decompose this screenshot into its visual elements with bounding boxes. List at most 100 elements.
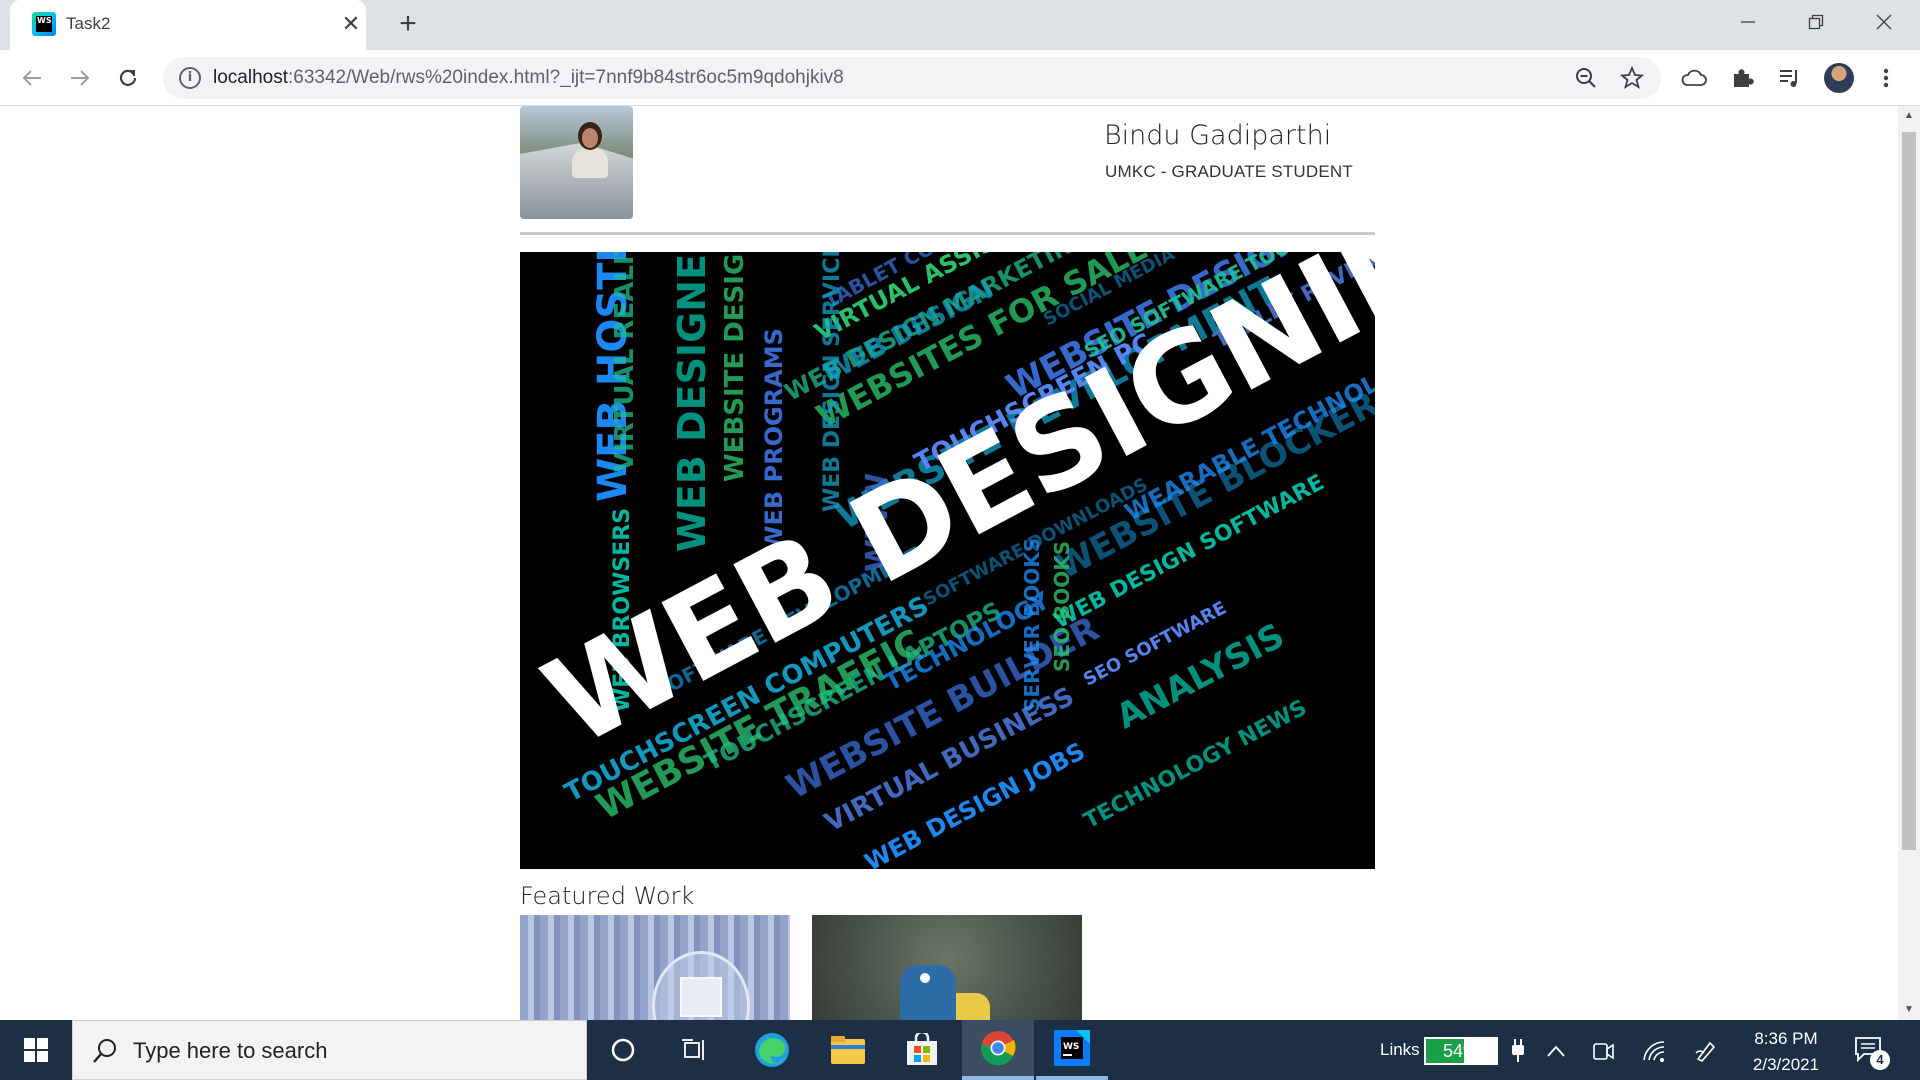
wifi-network-icon[interactable] <box>1641 1038 1667 1064</box>
photo-person-shape <box>572 148 608 178</box>
featured-work-thumbnail-python[interactable] <box>812 915 1082 1020</box>
bookmark-star-icon[interactable] <box>1619 65 1645 91</box>
taskbar-search-box[interactable]: Type here to search <box>72 1020 587 1080</box>
start-button[interactable] <box>0 1020 72 1080</box>
minimize-button[interactable] <box>1714 0 1782 44</box>
header-divider <box>520 232 1375 235</box>
camera-icon <box>1593 1043 1614 1060</box>
taskbar-edge[interactable] <box>736 1020 808 1080</box>
word-cloud-term: TECHNOLOGY NEWS <box>1080 695 1312 835</box>
restore-icon <box>1808 14 1824 30</box>
chevron-up-icon <box>1547 1045 1565 1057</box>
taskbar-chrome[interactable] <box>962 1020 1034 1080</box>
profile-name: Bindu Gadiparthi <box>1104 120 1332 151</box>
scroll-up-arrow-icon[interactable]: ▲ <box>1898 106 1920 126</box>
profile-photo <box>520 106 633 219</box>
svg-text:WS: WS <box>1063 1042 1079 1052</box>
profile-avatar[interactable] <box>1824 63 1854 93</box>
taskbar-file-explorer[interactable] <box>812 1020 884 1080</box>
puzzle-icon <box>1734 69 1754 87</box>
windows-logo-icon <box>24 1038 48 1062</box>
show-hidden-icons-chevron-icon[interactable] <box>1543 1038 1569 1064</box>
zoom-out-magnifier-icon <box>1576 68 1596 88</box>
wifi-icon <box>1643 1041 1665 1062</box>
cortana-button[interactable] <box>587 1020 659 1080</box>
folder-icon <box>831 1036 865 1064</box>
media-control-button[interactable] <box>1774 62 1806 94</box>
pen-icon <box>1695 1041 1716 1062</box>
new-tab-plus-icon[interactable]: + <box>392 8 424 40</box>
search-placeholder: Type here to search <box>133 1038 328 1063</box>
clock-date: 2/3/2021 <box>1752 1055 1820 1074</box>
tab-title: Task2 <box>66 14 111 33</box>
scroll-down-arrow-icon[interactable]: ▼ <box>1898 1000 1920 1020</box>
featured-work-heading: Featured Work <box>520 882 695 910</box>
chrome-logo-icon <box>981 1031 1016 1066</box>
url-host: localhost <box>213 67 288 88</box>
playlist-music-icon <box>1780 70 1797 87</box>
favicon-label: WS <box>36 16 52 32</box>
windows-taskbar: Type here to search WS Links 54% 8:36 PM <box>0 1020 1920 1080</box>
pen-workspace-icon[interactable] <box>1693 1038 1719 1064</box>
thumbnail-chip-shape <box>680 977 722 1017</box>
taskbar-microsoft-store[interactable] <box>886 1020 958 1080</box>
forward-arrow-icon <box>71 70 90 86</box>
webstorm-favicon-icon: WS <box>32 12 56 36</box>
page-viewport: Bindu Gadiparthi UMKC - GRADUATE STUDENT… <box>0 106 1898 1020</box>
word-cloud-term: WEBSITE DESIGNER <box>720 252 750 482</box>
more-vertical-icon <box>1883 68 1889 88</box>
featured-work-thumbnail-ai[interactable] <box>520 915 790 1020</box>
cloud-icon <box>1681 69 1707 86</box>
reload-icon <box>119 69 137 86</box>
plug-icon <box>1512 1039 1524 1062</box>
taskbar-clock[interactable]: 8:36 PM 2/3/2021 <box>1736 1026 1836 1078</box>
links-toolbar-label[interactable]: Links <box>1380 1040 1420 1060</box>
python-logo-eye <box>920 973 930 983</box>
clock-time: 8:36 PM <box>1754 1029 1818 1048</box>
word-cloud-term: WEB DESIGN SERVICES <box>820 252 845 512</box>
back-arrow-icon <box>22 70 41 86</box>
extension-cloud-icon[interactable] <box>1678 62 1710 94</box>
url-path: :63342/Web/rws%20index.html?_ijt=7nnf9b8… <box>288 67 844 88</box>
scrollbar-thumb[interactable] <box>1902 132 1916 850</box>
reload-button[interactable] <box>112 62 144 94</box>
minimize-icon <box>1741 21 1755 23</box>
meet-now-icon[interactable] <box>1590 1038 1616 1064</box>
chrome-menu-button[interactable] <box>1870 62 1902 94</box>
site-info-icon[interactable]: i <box>179 67 201 89</box>
notification-count-badge: 4 <box>1870 1050 1890 1070</box>
edge-browser-icon <box>755 1033 789 1067</box>
restore-button[interactable] <box>1782 0 1850 44</box>
forward-button[interactable] <box>64 62 96 94</box>
webstorm-icon: WS <box>1054 1030 1090 1066</box>
close-icon <box>1876 14 1892 30</box>
browser-toolbar: i localhost:63342/Web/rws%20index.html?_… <box>0 50 1920 106</box>
task-view-button[interactable] <box>659 1020 731 1080</box>
word-cloud-term: SERVER BOOKS <box>1020 537 1044 712</box>
store-bag-icon <box>907 1033 937 1065</box>
word-cloud-term: VIRTUAL REALITY <box>610 252 640 472</box>
back-button[interactable] <box>16 62 48 94</box>
close-window-button[interactable] <box>1850 0 1918 44</box>
url-text[interactable]: localhost:63342/Web/rws%20index.html?_ij… <box>213 67 844 89</box>
task-view-icon <box>682 1039 704 1060</box>
browser-tab-strip: WS Task2 ✕ + <box>0 0 1920 50</box>
power-plug-icon[interactable] <box>1505 1038 1531 1064</box>
address-bar[interactable]: i localhost:63342/Web/rws%20index.html?_… <box>163 57 1661 99</box>
star-icon <box>1620 66 1644 89</box>
zoom-icon[interactable] <box>1573 65 1599 91</box>
extensions-puzzle-button[interactable] <box>1726 62 1758 94</box>
profile-subtitle: UMKC - GRADUATE STUDENT <box>1105 162 1353 181</box>
tab-close-icon[interactable]: ✕ <box>338 11 364 37</box>
photo-face-shape <box>582 128 598 148</box>
cortana-circle-icon <box>611 1038 635 1062</box>
browser-tab[interactable]: WS Task2 ✕ <box>10 0 366 50</box>
taskbar-webstorm[interactable]: WS <box>1036 1020 1108 1080</box>
word-cloud-term: WEB DESIGNERS <box>670 252 714 552</box>
page-scrollbar[interactable]: ▲ ▼ <box>1898 106 1920 1020</box>
word-cloud-term: SEO BOOKS <box>1050 540 1074 672</box>
hero-word-cloud-image: WEB HOSTING WEB DESIGNERS WEBSITES FOR SAL… <box>520 252 1375 869</box>
search-icon <box>93 1039 116 1063</box>
action-center-button[interactable]: 4 <box>1854 1036 1890 1070</box>
battery-meter[interactable]: 54% <box>1424 1037 1498 1065</box>
